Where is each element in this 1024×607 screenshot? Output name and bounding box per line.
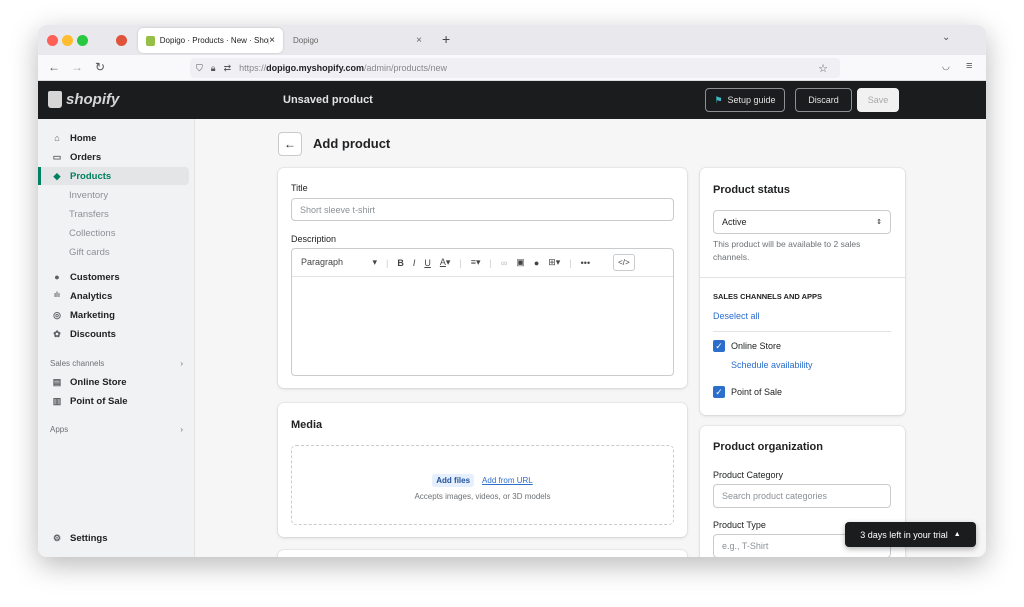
bold-icon[interactable]: B <box>397 258 404 268</box>
close-tab-icon[interactable]: × <box>269 35 275 46</box>
shopify-logo[interactable]: shopify <box>48 91 119 108</box>
description-editor[interactable]: Paragraph ▾ | BIU A▾ | ≡▾ | ∞ ▣ ● ⊞▾ | ••• <… <box>291 248 674 376</box>
text-color-icon[interactable]: A▾ <box>440 257 451 268</box>
firefox-icon <box>116 35 127 46</box>
apps-heading[interactable]: Apps › <box>50 425 183 434</box>
permissions-icon: ⇄ <box>223 62 232 73</box>
shopify-favicon-icon <box>146 35 155 46</box>
product-category-input[interactable]: Search product categories <box>713 484 891 508</box>
flag-icon: ⚑ <box>714 94 723 105</box>
pos-icon: ▥ <box>52 396 62 406</box>
sidebar: ⌂ Home ▭ Orders ◆ Products Inventory Transf… <box>38 119 195 557</box>
page-title: Add product <box>313 136 391 151</box>
chevron-right-icon: › <box>180 359 183 368</box>
underline-icon[interactable]: U <box>424 258 431 268</box>
italic-icon[interactable]: I <box>413 258 416 268</box>
select-arrows-icon: ⇕ <box>876 219 882 226</box>
sidebar-item-marketing[interactable]: ◎ Marketing <box>38 306 189 324</box>
discard-button[interactable]: Discard <box>795 88 852 112</box>
customers-icon: ● <box>54 272 60 282</box>
discount-icon: ✿ <box>53 329 61 339</box>
shopify-topbar: shopify Unsaved product ⚑ Setup guide Dis… <box>38 81 986 119</box>
bookmark-star-icon[interactable]: ☆ <box>818 62 828 75</box>
tab-dopigo[interactable]: Dopigo × <box>285 28 430 53</box>
sidebar-item-gift-cards[interactable]: Gift cards <box>38 243 189 261</box>
sidebar-item-discounts[interactable]: ✿ Discounts <box>38 325 189 343</box>
video-icon[interactable]: ● <box>534 258 539 268</box>
caret-up-icon: ▲ <box>953 531 961 538</box>
add-files-button[interactable]: Add files <box>432 474 475 487</box>
add-from-url-link[interactable]: Add from URL <box>482 474 533 487</box>
sidebar-item-customers[interactable]: ● Customers <box>38 268 189 286</box>
tab-list-chevron-icon[interactable]: ⌄ <box>942 32 950 43</box>
tab-bar: Dopigo · Products · New · Shop × Dopigo … <box>38 25 986 55</box>
forward-icon[interactable]: → <box>71 60 83 74</box>
orders-icon: ▭ <box>52 152 62 162</box>
schedule-availability-link[interactable]: Schedule availability <box>731 360 813 370</box>
navigation-bar: ← → ↻ ⛉ 🔒︎ ⇄ https://dopigo.myshopify.co… <box>38 55 986 81</box>
product-details-card: Title Short sleeve t-shirt Description P… <box>278 168 687 388</box>
paragraph-format-select[interactable]: Paragraph ▾ <box>301 257 377 268</box>
browser-window: Dopigo · Products · New · Shop × Dopigo … <box>38 25 986 557</box>
product-status-card: Product status Active ⇕ This product will… <box>700 168 905 415</box>
marketing-icon: ◎ <box>53 310 61 320</box>
sidebar-item-orders[interactable]: ▭ Orders <box>38 148 189 166</box>
zoom-window-button[interactable] <box>77 35 88 46</box>
status-select[interactable]: Active ⇕ <box>713 210 891 234</box>
setup-guide-button[interactable]: ⚑ Setup guide <box>705 88 785 112</box>
sidebar-item-online-store[interactable]: ▤ Online Store <box>38 373 189 391</box>
sidebar-item-analytics[interactable]: ılı Analytics <box>38 287 189 305</box>
shopify-bag-icon <box>48 91 62 108</box>
lock-icon: 🔒︎ <box>210 62 216 73</box>
analytics-icon: ılı <box>54 292 60 299</box>
close-tab-icon[interactable]: × <box>416 35 422 46</box>
editor-toolbar: Paragraph ▾ | BIU A▾ | ≡▾ | ∞ ▣ ● ⊞▾ | ••• <… <box>292 249 673 277</box>
close-window-button[interactable] <box>47 35 58 46</box>
deselect-all-link[interactable]: Deselect all <box>713 311 760 321</box>
sidebar-item-collections[interactable]: Collections <box>38 224 189 242</box>
title-input[interactable]: Short sleeve t-shirt <box>291 198 674 221</box>
html-code-icon[interactable]: </> <box>613 254 635 271</box>
sidebar-item-home[interactable]: ⌂ Home <box>38 129 189 147</box>
image-icon[interactable]: ▣ <box>516 257 525 268</box>
new-tab-button[interactable]: + <box>442 31 450 47</box>
media-dropzone[interactable]: Add files Add from URL Accepts images, v… <box>291 445 674 525</box>
tab-products-new[interactable]: Dopigo · Products · New · Shop × <box>138 28 283 53</box>
sidebar-item-point-of-sale[interactable]: ▥ Point of Sale <box>38 392 189 410</box>
point-of-sale-checkbox[interactable]: ✓ <box>713 386 725 398</box>
address-bar[interactable]: ⛉ 🔒︎ ⇄ https://dopigo.myshopify.com/admi… <box>190 58 840 78</box>
link-icon[interactable]: ∞ <box>501 258 507 268</box>
align-icon[interactable]: ≡▾ <box>471 257 481 268</box>
store-icon: ▤ <box>52 377 62 387</box>
tag-icon: ◆ <box>53 171 61 181</box>
shield-icon: ⛉ <box>196 62 203 73</box>
more-icon[interactable]: ••• <box>581 258 590 268</box>
pocket-icon[interactable]: ◡ <box>942 61 950 72</box>
table-icon[interactable]: ⊞▾ <box>548 257 560 268</box>
sidebar-item-transfers[interactable]: Transfers <box>38 205 189 223</box>
home-icon: ⌂ <box>54 133 60 143</box>
gear-icon: ⚙ <box>52 533 62 543</box>
reload-icon[interactable]: ↻ <box>95 60 105 74</box>
sales-channels-heading[interactable]: Sales channels › <box>50 359 183 368</box>
minimize-window-button[interactable] <box>62 35 73 46</box>
online-store-checkbox[interactable]: ✓ <box>713 340 725 352</box>
page-status-title: Unsaved product <box>283 94 373 106</box>
sidebar-item-inventory[interactable]: Inventory <box>38 186 189 204</box>
back-button[interactable]: ← <box>278 132 302 156</box>
trial-banner[interactable]: 3 days left in your trial ▲ <box>845 522 976 547</box>
media-card: Media Add files Add from URL Accepts ima… <box>278 403 687 537</box>
sidebar-item-settings[interactable]: ⚙ Settings <box>38 529 189 547</box>
menu-icon[interactable]: ≡ <box>966 60 972 72</box>
next-card <box>278 550 687 557</box>
chevron-right-icon: › <box>180 425 183 434</box>
back-icon[interactable]: ← <box>48 60 60 74</box>
sidebar-item-products[interactable]: ◆ Products <box>38 167 189 185</box>
save-button[interactable]: Save <box>857 88 899 112</box>
